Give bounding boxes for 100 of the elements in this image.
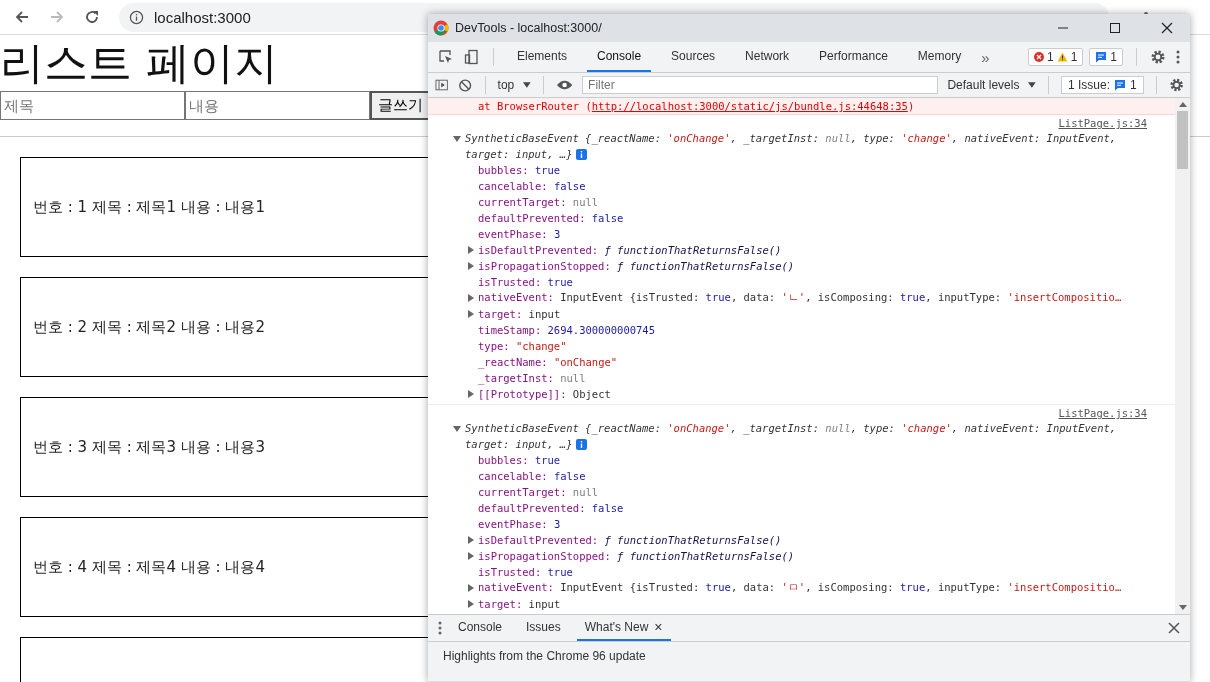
- write-button[interactable]: 글쓰기: [370, 91, 431, 120]
- panel-tab[interactable]: Elements: [507, 42, 578, 72]
- device-toolbar-icon[interactable]: [464, 49, 480, 65]
- post-text: 번호 : 4 제목 : 제목4 내용 : 내용4: [33, 557, 265, 577]
- issues-label: 1 Issue:: [1068, 78, 1111, 92]
- error-count: 1: [1046, 50, 1054, 64]
- property-line: currentTarget: null: [478, 196, 599, 208]
- scrollbar[interactable]: [1175, 98, 1190, 614]
- console-counters[interactable]: 1 1: [1027, 48, 1084, 66]
- window-title: DevTools - localhost:3000/: [455, 21, 602, 35]
- event-summary[interactable]: target: input, …}: [465, 146, 573, 162]
- source-link[interactable]: ListPage.js:34: [1058, 407, 1147, 420]
- expand-arrow-icon[interactable]: [467, 552, 475, 560]
- scroll-down-icon[interactable]: [1178, 605, 1187, 610]
- expand-arrow-icon[interactable]: [467, 536, 475, 544]
- message-icon: [1095, 51, 1108, 63]
- property-line: isDefaultPrevented: ƒ functionThatReturnsFalse(): [478, 244, 782, 256]
- property-line: type: "change": [478, 340, 567, 352]
- property-line: defaultPrevented: false: [478, 212, 624, 224]
- expand-arrow-icon[interactable]: [467, 600, 475, 608]
- property-line: nativeEvent: InputEvent {isTrusted: true, data: 'ㄴ', isComposing: true, inputType: 'insertCompositio…: [478, 291, 1122, 305]
- close-icon[interactable]: [1161, 22, 1173, 34]
- scroll-up-icon[interactable]: [1178, 102, 1187, 107]
- panel-tab[interactable]: Memory: [907, 42, 972, 72]
- page-title: 리스트 페이지: [0, 36, 278, 90]
- drawer-tab[interactable]: Console: [450, 615, 511, 641]
- expand-arrow-icon[interactable]: [453, 135, 461, 143]
- event-summary[interactable]: target: input, …}: [465, 436, 573, 452]
- property-line: target: input: [478, 598, 561, 610]
- event-summary[interactable]: SyntheticBaseEvent {_reactName: 'onChange', _targetInst: null, type: 'change', nativeEvent: InputEvent,: [465, 420, 1117, 436]
- settings-icon[interactable]: [1168, 77, 1184, 93]
- panel-tab[interactable]: Performance: [809, 42, 898, 72]
- property-line: cancelable: false: [478, 470, 586, 482]
- property-line: nativeEvent: InputEvent {isTrusted: true, data: 'ㅁ', isComposing: true, inputType: 'insertCompositio…: [478, 581, 1122, 595]
- property-line: eventPhase: 3: [478, 518, 561, 530]
- stack-link[interactable]: http://localhost:3000/static/js/bundle.js:44648:35: [591, 100, 908, 112]
- property-line: target: input: [478, 308, 561, 320]
- property-line: isDefaultPrevented: ƒ functionThatReturnsFalse(): [478, 534, 782, 546]
- chrome-logo-icon: [433, 20, 449, 36]
- warning-icon: [1056, 52, 1068, 62]
- back-icon[interactable]: [14, 9, 30, 25]
- reload-icon[interactable]: [84, 9, 100, 25]
- post-text: 번호 : 3 제목 : 제목3 내용 : 내용3: [33, 437, 265, 457]
- info-icon[interactable]: [129, 9, 144, 25]
- expand-arrow-icon[interactable]: [467, 584, 475, 592]
- expand-arrow-icon[interactable]: [467, 246, 475, 254]
- close-icon[interactable]: [1168, 622, 1180, 634]
- error-icon: [1033, 52, 1044, 62]
- scroll-thumb[interactable]: [1177, 111, 1188, 169]
- maximize-icon[interactable]: [1109, 22, 1121, 34]
- more-options-icon[interactable]: [1176, 49, 1180, 65]
- panel-tab[interactable]: Network: [735, 42, 800, 72]
- property-line: bubbles: true: [478, 454, 561, 466]
- property-line: currentTarget: null: [478, 486, 599, 498]
- post-text: 번호 : 1 제목 : 제목1 내용 : 내용1: [33, 197, 265, 217]
- eye-icon[interactable]: [555, 79, 574, 91]
- dropdown-caret-icon[interactable]: [523, 82, 531, 88]
- issues-button[interactable]: 1 Issue: 1: [1061, 76, 1144, 94]
- property-line: eventPhase: 3: [478, 228, 561, 240]
- expand-arrow-icon[interactable]: [467, 310, 475, 318]
- context-select[interactable]: top: [497, 78, 515, 92]
- inspect-icon[interactable]: [438, 49, 454, 65]
- source-link[interactable]: ListPage.js:34: [1058, 117, 1147, 130]
- property-line: _targetInst: null: [478, 372, 586, 384]
- drawer-menu-icon[interactable]: [438, 621, 442, 635]
- event-summary[interactable]: SyntheticBaseEvent {_reactName: 'onChange', _targetInst: null, type: 'change', nativeEvent: InputEvent,: [465, 130, 1117, 146]
- error-message: at BrowserRouter (http://localhost:3000/static/js/bundle.js:44648:35): [428, 98, 1175, 115]
- expand-arrow-icon[interactable]: [453, 425, 461, 433]
- clear-console-icon[interactable]: [458, 77, 473, 93]
- message-count: 1: [1110, 50, 1117, 64]
- property-line: _reactName: "onChange": [478, 356, 618, 368]
- property-line: isTrusted: true: [478, 566, 573, 578]
- property-line: isPropagationStopped: ƒ functionThatReturnsFalse(): [478, 550, 795, 562]
- settings-icon[interactable]: [1150, 49, 1166, 65]
- property-line: [[Prototype]]: Object: [478, 388, 611, 400]
- whats-new-heading: Highlights from the Chrome 96 update: [443, 649, 646, 663]
- property-line: bubbles: true: [478, 164, 561, 176]
- panel-tab[interactable]: Sources: [661, 42, 726, 72]
- more-tabs-button[interactable]: »: [981, 48, 990, 66]
- expand-arrow-icon[interactable]: [467, 262, 475, 270]
- property-line: cancelable: false: [478, 180, 586, 192]
- issues-count: 1: [1130, 78, 1137, 92]
- dropdown-caret-icon[interactable]: [1028, 82, 1037, 88]
- warning-count: 1: [1070, 50, 1078, 64]
- message-icon: [1114, 79, 1127, 91]
- filter-input[interactable]: Filter: [582, 76, 939, 94]
- drawer-tab[interactable]: Issues: [518, 615, 569, 641]
- property-line: defaultPrevented: false: [478, 502, 624, 514]
- expand-arrow-icon[interactable]: [467, 294, 475, 302]
- message-counter[interactable]: 1: [1089, 48, 1123, 66]
- log-levels-select[interactable]: Default levels: [947, 78, 1020, 92]
- property-line: timeStamp: 2694.300000000745: [478, 324, 655, 336]
- property-line: isTrusted: true: [478, 276, 573, 288]
- property-line: isPropagationStopped: ƒ functionThatReturnsFalse(): [478, 260, 795, 272]
- content-input[interactable]: 내용: [185, 91, 370, 120]
- sidebar-toggle-icon[interactable]: [434, 78, 450, 92]
- expand-arrow-icon[interactable]: [467, 390, 475, 398]
- info-badge-icon: [576, 148, 588, 160]
- info-badge-icon: [576, 438, 588, 450]
- title-input[interactable]: 제목: [0, 91, 185, 120]
